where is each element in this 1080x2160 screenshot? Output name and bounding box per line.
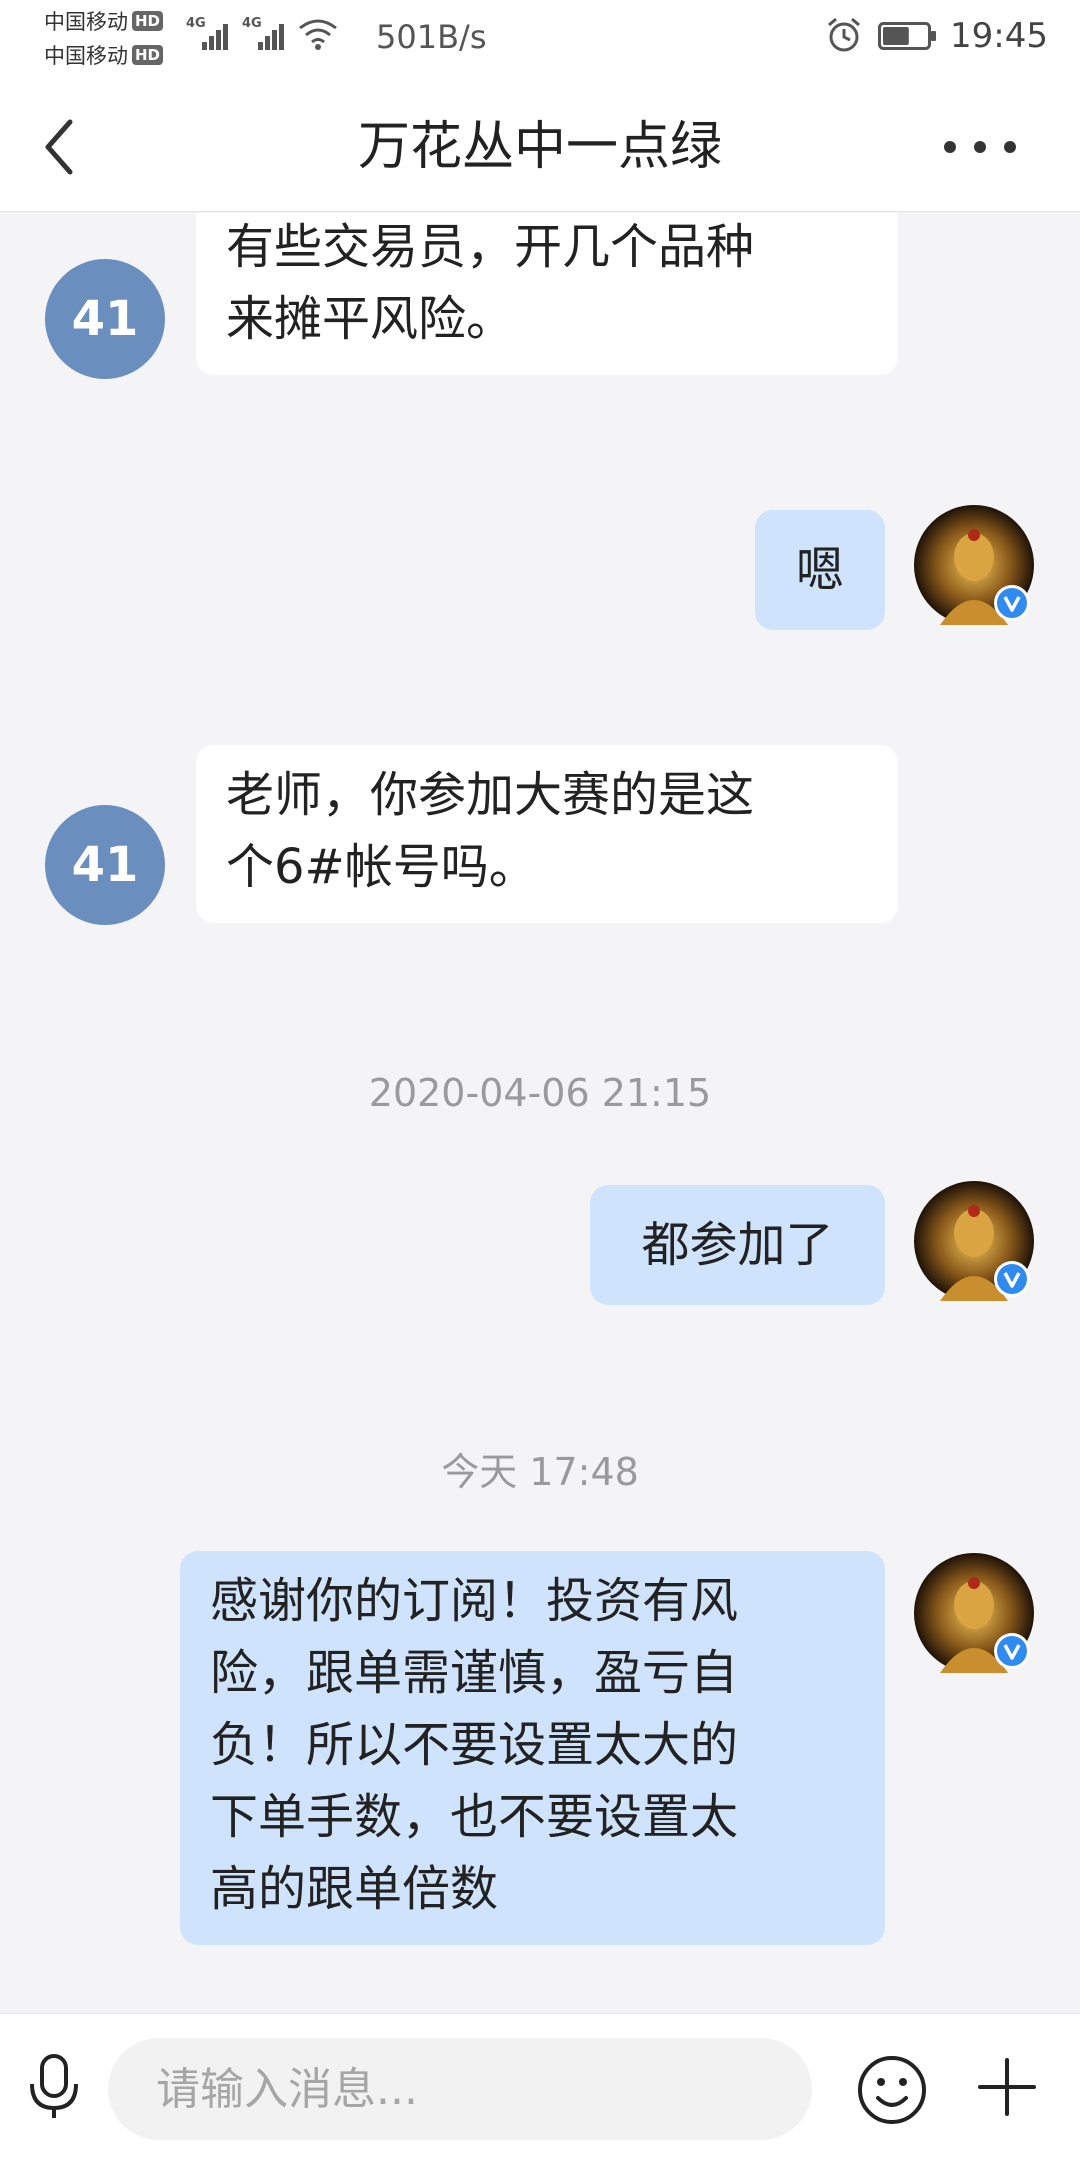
message-line: 高的跟单倍数 [210,1861,499,1917]
message-line: 来摊平风险。 [226,291,515,347]
chevron-left-icon[interactable] [36,112,86,182]
network-tag: 4G [242,16,262,31]
emoji-icon[interactable] [856,2054,928,2126]
timestamp: 2020-04-06 21:15 [368,1071,712,1115]
chat-screen: 中国移动 HD 中国移动 HD 4G 4G 501B/s 19:45 万花丛中一… [0,0,1080,2160]
page-title: 万花丛中一点绿 [357,117,722,177]
battery-icon [878,22,936,50]
message-line: 感谢你的订阅！投资有风 [210,1573,739,1629]
message-line: 嗯 [795,542,844,598]
user-avatar[interactable] [914,1553,1034,1673]
message-bubble-outgoing[interactable]: 嗯 [755,510,885,630]
message-line: 有些交易员，开几个品种 [226,219,755,275]
message-line: 下单手数，也不要设置太 [210,1789,739,1845]
user-avatar[interactable] [914,1181,1034,1301]
title-bar: 万花丛中一点绿 [0,82,1080,212]
net-speed: 501B/s [376,18,487,56]
carrier-1: 中国移动 HD [44,6,164,36]
message-bubble-incoming[interactable]: 老师，你参加大赛的是这 个6#帐号吗。 [196,745,898,923]
wifi-icon [299,19,337,50]
plus-icon[interactable] [976,2056,1038,2118]
user-avatar[interactable] [914,505,1034,625]
timestamp: 今天 17:48 [441,1450,639,1494]
message-bubble-outgoing[interactable]: 都参加了 [590,1185,885,1305]
alarm-icon [828,17,860,52]
message-input[interactable] [108,2038,812,2140]
signal-icon: 4G [186,16,228,52]
avatar[interactable]: 41 [45,805,165,925]
hd-badge: HD [132,45,164,65]
microphone-icon[interactable] [26,2052,82,2122]
input-bar [0,2013,1080,2160]
signal-icon: 4G [242,16,284,52]
carrier-2: 中国移动 HD [44,40,164,70]
message-list[interactable]: 41 有些交易员，开几个品种 来摊平风险。 嗯 41 老师，你参加大赛的是这 个… [0,213,1080,2013]
hd-badge: HD [132,11,164,31]
carrier-2-name: 中国移动 [44,44,128,68]
message-line: 老师，你参加大赛的是这 [226,767,755,823]
network-tag: 4G [186,16,206,31]
message-bubble-incoming[interactable]: 有些交易员，开几个品种 来摊平风险。 [196,213,898,375]
message-line: 都参加了 [641,1217,834,1273]
more-dots-icon[interactable] [940,132,1020,162]
message-line: 个6#帐号吗。 [226,839,537,895]
status-time: 19:45 [950,16,1048,56]
message-line: 险，跟单需谨慎，盈亏自 [210,1645,739,1701]
status-bar: 中国移动 HD 中国移动 HD 4G 4G 501B/s 19:45 [0,0,1080,82]
signal-indicators: 4G 4G [186,16,338,52]
carrier-1-name: 中国移动 [44,10,128,34]
avatar[interactable]: 41 [45,259,165,379]
message-bubble-outgoing[interactable]: 感谢你的订阅！投资有风 险，跟单需谨慎，盈亏自 负！所以不要设置太大的 下单手数… [180,1551,885,1945]
message-line: 负！所以不要设置太大的 [210,1717,739,1773]
